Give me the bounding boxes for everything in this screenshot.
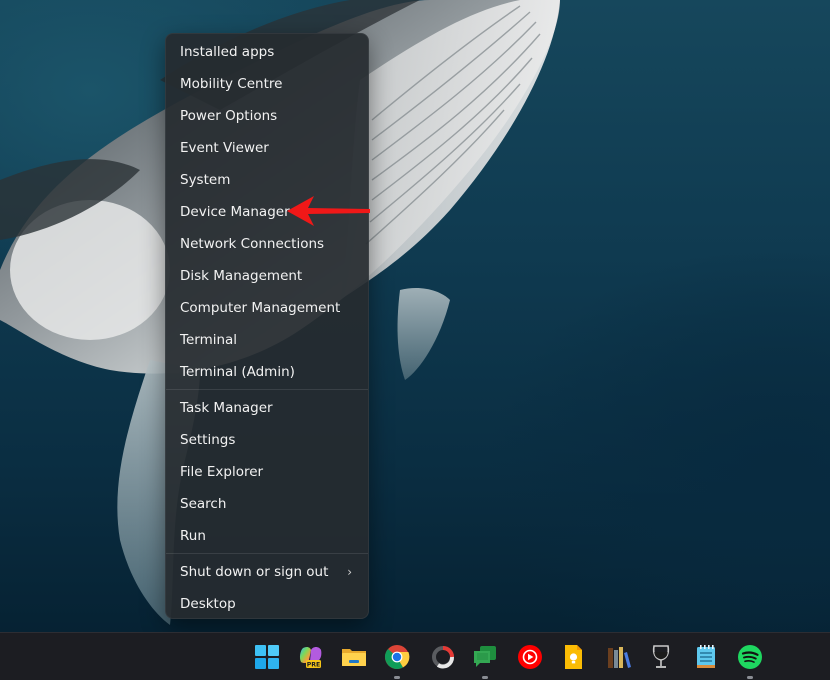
google-keep-button[interactable] xyxy=(557,641,589,673)
menu-separator xyxy=(166,553,368,554)
menu-item-shut-down-or-sign-out[interactable]: Shut down or sign out › xyxy=(166,556,368,588)
spotify-button[interactable] xyxy=(734,641,766,673)
winx-context-menu: Installed apps Mobility Centre Power Opt… xyxy=(165,33,369,619)
menu-item-search[interactable]: Search xyxy=(166,488,368,520)
spotify-icon xyxy=(737,644,763,670)
menu-item-run[interactable]: Run xyxy=(166,520,368,552)
youtube-music-icon xyxy=(517,644,543,670)
books-library-button[interactable] xyxy=(603,641,635,673)
google-chat-icon xyxy=(472,644,498,670)
running-indicator xyxy=(747,676,753,679)
menu-item-installed-apps[interactable]: Installed apps xyxy=(166,36,368,68)
copilot-pre-button[interactable]: PRE xyxy=(294,641,326,673)
desktop-wallpaper xyxy=(0,0,830,632)
books-library-icon xyxy=(606,644,632,670)
menu-item-power-options[interactable]: Power Options xyxy=(166,100,368,132)
menu-item-disk-management[interactable]: Disk Management xyxy=(166,260,368,292)
whale-small-fin xyxy=(398,288,450,380)
notepad-icon xyxy=(693,644,719,670)
start-button[interactable] xyxy=(251,641,283,673)
menu-item-desktop[interactable]: Desktop xyxy=(166,588,368,620)
copilot-pre-icon: PRE xyxy=(297,644,323,670)
google-chat-button[interactable] xyxy=(469,641,501,673)
taskbar: PRE xyxy=(0,632,830,680)
menu-item-network-connections[interactable]: Network Connections xyxy=(166,228,368,260)
menu-item-file-explorer[interactable]: File Explorer xyxy=(166,456,368,488)
loader-app-button[interactable] xyxy=(427,641,459,673)
loader-app-icon xyxy=(430,644,456,670)
pre-badge-text: PRE xyxy=(307,662,321,669)
chrome-icon xyxy=(384,644,410,670)
menu-item-task-manager[interactable]: Task Manager xyxy=(166,392,368,424)
whale-illustration xyxy=(0,0,830,632)
running-indicator xyxy=(482,676,488,679)
wine-app-button[interactable] xyxy=(645,641,677,673)
menu-item-terminal-admin[interactable]: Terminal (Admin) xyxy=(166,356,368,388)
youtube-music-button[interactable] xyxy=(514,641,546,673)
menu-separator xyxy=(166,389,368,390)
menu-item-terminal[interactable]: Terminal xyxy=(166,324,368,356)
notepad-button[interactable] xyxy=(690,641,722,673)
google-keep-icon xyxy=(560,644,586,670)
menu-item-mobility-centre[interactable]: Mobility Centre xyxy=(166,68,368,100)
wine-glass-icon xyxy=(648,644,674,670)
menu-item-system[interactable]: System xyxy=(166,164,368,196)
file-explorer-button[interactable] xyxy=(338,641,370,673)
menu-item-label: Shut down or sign out xyxy=(180,564,328,580)
windows-logo-icon xyxy=(254,644,280,670)
folder-icon xyxy=(341,644,367,670)
menu-item-settings[interactable]: Settings xyxy=(166,424,368,456)
chrome-button[interactable] xyxy=(381,641,413,673)
chevron-right-icon: › xyxy=(347,556,352,588)
menu-item-event-viewer[interactable]: Event Viewer xyxy=(166,132,368,164)
running-indicator xyxy=(394,676,400,679)
menu-item-computer-management[interactable]: Computer Management xyxy=(166,292,368,324)
arrow-head xyxy=(287,196,370,226)
red-arrow-annotation xyxy=(284,194,374,228)
